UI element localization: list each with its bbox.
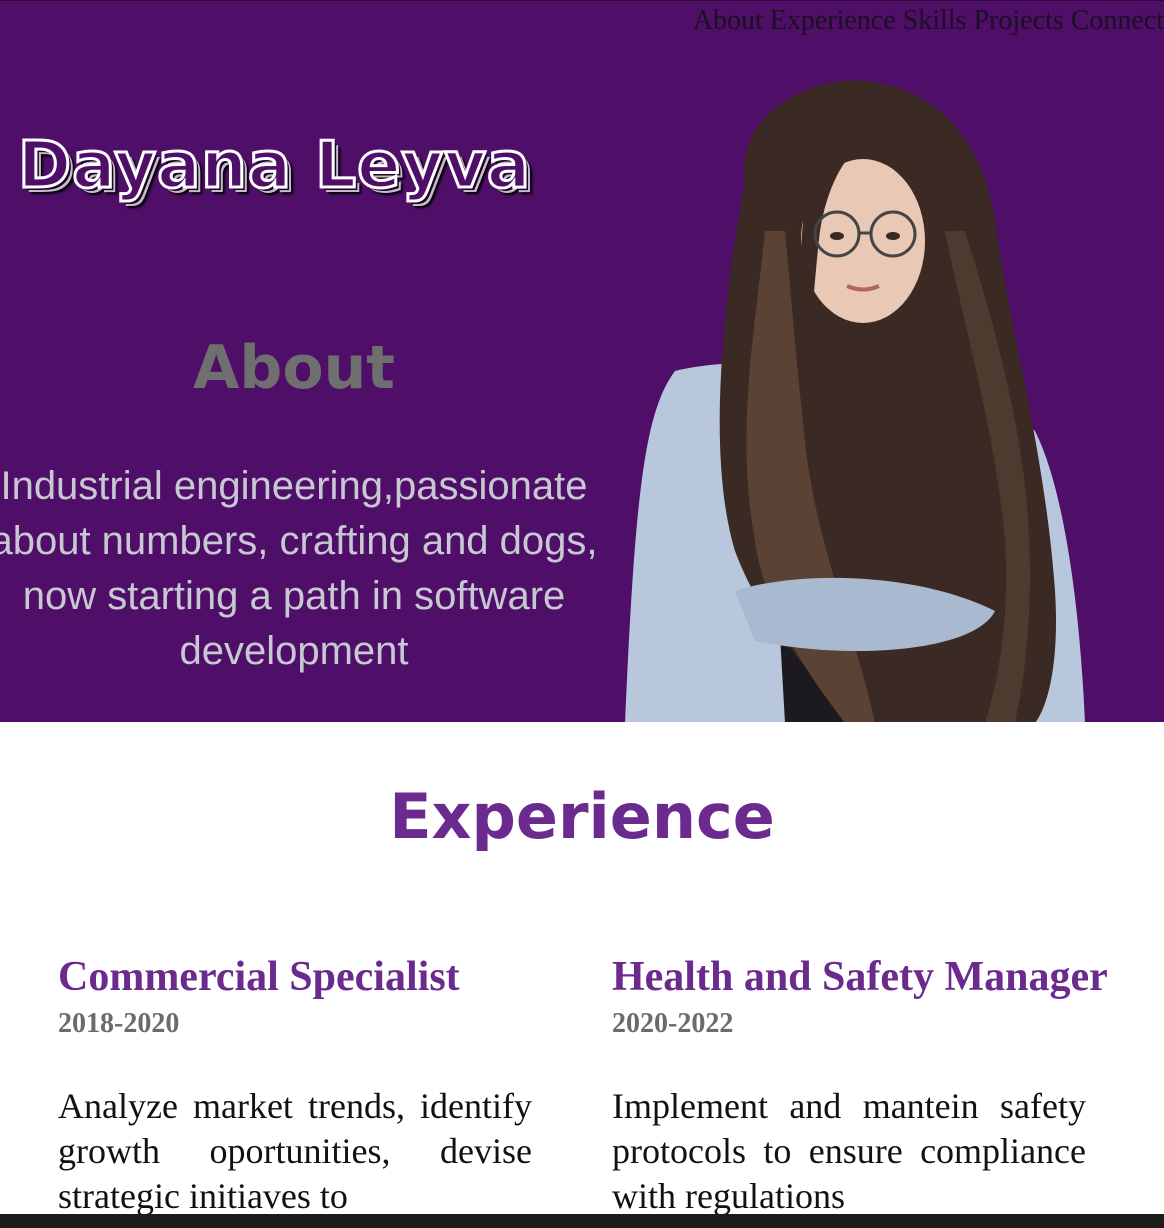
job-card: Commercial Specialist 2018-2020 Analyze … (58, 952, 534, 1219)
job-card: Health and Safety Manager 2020-2022 Impl… (612, 952, 1152, 1219)
nav-link-projects[interactable]: Projects (973, 5, 1063, 36)
top-nav: About Experience Skills Projects Connect (620, 5, 1164, 37)
job-title: Health and Safety Manager (612, 954, 1108, 1000)
about-heading: About (192, 333, 395, 403)
about-text: Industrial engineering,passionate about … (0, 464, 598, 673)
nav-link-about[interactable]: About (693, 5, 763, 36)
nav-link-connect[interactable]: Connect (1071, 5, 1164, 36)
experience-heading: Experience (389, 780, 775, 853)
nav-link-experience[interactable]: Experience (770, 5, 896, 36)
job-years: 2018-2020 (58, 1008, 180, 1039)
job-description: Analyze market trends, identify growth o… (58, 1086, 532, 1216)
job-title: Commercial Specialist (58, 954, 460, 1000)
profile-photo (625, 80, 1085, 722)
job-years: 2020-2022 (612, 1008, 734, 1039)
site-name-logo: Dayana Leyva (16, 128, 532, 205)
bottom-bar (0, 1214, 1164, 1228)
hero-section: About Experience Skills Projects Connect… (0, 0, 1164, 722)
nav-link-skills[interactable]: Skills (903, 5, 967, 36)
job-description: Implement and mantein safety protocols t… (612, 1086, 1086, 1216)
